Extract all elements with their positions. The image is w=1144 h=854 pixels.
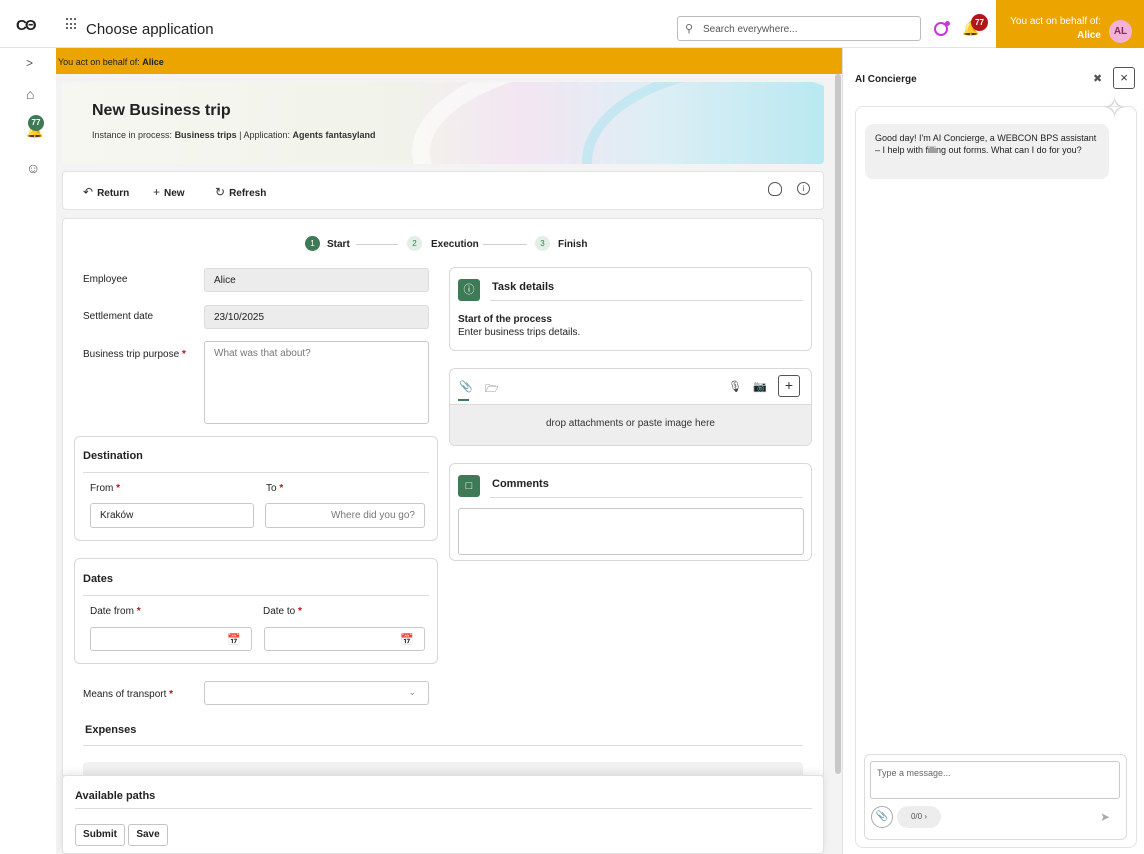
refresh-icon: ↻ [215, 185, 226, 199]
from-label: From * [90, 483, 121, 494]
message-input[interactable]: Type a message... [870, 761, 1120, 799]
destination-title: Destination [83, 450, 143, 462]
choose-application-title[interactable]: Choose application [86, 21, 214, 38]
dates-title: Dates [83, 573, 113, 585]
task-details-card [449, 267, 812, 351]
date-from-label: Date from * [90, 606, 141, 617]
step-1-marker: 1 [305, 236, 320, 251]
users-icon[interactable]: ☺ [26, 160, 40, 176]
privacy-shield-icon[interactable] [768, 182, 782, 196]
submit-button[interactable]: Submit [75, 824, 125, 846]
task-details-title: Task details [492, 281, 555, 293]
comment-textarea[interactable] [458, 508, 804, 555]
app-grid-icon[interactable] [66, 18, 78, 30]
expand-chevron-icon[interactable]: > [26, 56, 33, 70]
plus-icon: + [153, 185, 161, 199]
step-connector [356, 244, 398, 245]
section-divider [83, 472, 429, 473]
transport-select[interactable]: ⌄ [204, 681, 429, 705]
chat-area [855, 106, 1137, 848]
avatar[interactable]: AL [1109, 20, 1132, 43]
search-input[interactable]: ⚲ Search everywhere... [677, 16, 921, 41]
return-button[interactable]: ↶ Return [83, 185, 129, 199]
section-divider [75, 808, 812, 809]
behalf-label: You act on behalf of: [1010, 16, 1101, 27]
section-divider [83, 745, 803, 746]
rail-notification-badge: 77 [28, 115, 44, 131]
date-to-label: Date to * [263, 606, 302, 617]
search-placeholder: Search everywhere... [703, 24, 798, 35]
scrollbar[interactable] [835, 74, 841, 774]
from-input[interactable]: Kraków [90, 503, 254, 528]
step-start-label: Start [327, 239, 350, 250]
attachment-counter[interactable]: 0/0 › [897, 806, 941, 828]
refresh-button[interactable]: ↻ Refresh [215, 185, 266, 199]
step-2-marker: 2 [407, 236, 422, 251]
behalf-banner: You act on behalf of: Alice [56, 48, 842, 74]
assistant-message: Good day! I'm AI Concierge, a WEBCON BPS… [865, 124, 1109, 179]
calendar-icon[interactable]: 📅 [227, 633, 241, 646]
camera-icon[interactable]: 📷 [753, 380, 767, 393]
step-finish-label: Finish [558, 239, 588, 250]
section-divider [490, 497, 803, 498]
comment-icon: □ [458, 475, 480, 497]
calendar-icon[interactable]: 📅 [400, 633, 414, 646]
available-paths-title: Available paths [75, 790, 156, 802]
save-button[interactable]: Save [128, 824, 168, 846]
new-button[interactable]: + New [153, 185, 185, 199]
task-heading: Start of the process [458, 314, 552, 325]
settlement-date-field: 23/10/2025 [204, 305, 429, 329]
paperclip-icon[interactable]: 📎 [459, 380, 473, 393]
chevron-down-icon: ⌄ [408, 687, 416, 697]
transport-label: Means of transport * [83, 689, 174, 700]
return-icon: ↶ [83, 185, 94, 199]
task-description: Enter business trips details. [458, 327, 581, 338]
unpin-icon[interactable]: ✖ [1093, 72, 1102, 85]
behalf-banner-text: You act on behalf of: Alice [58, 57, 164, 67]
ai-concierge-icon[interactable] [934, 21, 950, 36]
comments-title: Comments [492, 478, 549, 490]
employee-field: Alice [204, 268, 429, 292]
to-input[interactable]: Where did you go? [265, 503, 425, 528]
step-execution-label: Execution [431, 239, 479, 250]
ai-concierge-title: AI Concierge [855, 74, 917, 85]
section-divider [490, 300, 803, 301]
employee-label: Employee [83, 274, 128, 285]
expenses-title: Expenses [85, 724, 137, 736]
date-to-input[interactable]: 📅 [264, 627, 425, 651]
header-banner [62, 82, 824, 164]
instance-info: Instance in process: Business trips | Ap… [92, 130, 376, 140]
webcon-logo[interactable]: CΘ [16, 17, 36, 34]
notification-badge: 77 [971, 14, 988, 31]
step-connector [483, 244, 527, 245]
date-from-input[interactable]: 📅 [90, 627, 252, 651]
step-3-marker: 3 [535, 236, 550, 251]
add-attachment-button[interactable]: + [778, 375, 800, 397]
close-button[interactable]: × [1113, 67, 1135, 89]
home-icon[interactable]: ⌂ [26, 86, 34, 102]
settlement-date-label: Settlement date [83, 311, 154, 322]
attach-file-button[interactable]: 📎 [871, 806, 893, 828]
trip-purpose-textarea[interactable]: What was that about? [204, 341, 429, 424]
page-title: New Business trip [92, 102, 231, 119]
search-icon: ⚲ [685, 23, 694, 35]
section-divider [83, 595, 429, 596]
sparkle-icon: ✧ [1102, 92, 1128, 125]
to-label: To * [266, 483, 284, 494]
trip-purpose-label: Business trip purpose * [83, 349, 186, 360]
expenses-grid [83, 762, 803, 776]
microphone-icon[interactable]: 🎙 [728, 380, 742, 393]
info-icon: ⓘ [458, 279, 480, 301]
send-icon[interactable]: ➤ [1100, 810, 1110, 824]
available-paths-panel [62, 775, 824, 854]
info-icon[interactable]: i [797, 182, 810, 195]
active-tab-indicator [458, 399, 469, 401]
drop-zone-text[interactable]: drop attachments or paste image here [449, 418, 812, 429]
behalf-name: Alice [1077, 30, 1101, 41]
folder-icon[interactable]: 🗁 [485, 380, 499, 399]
